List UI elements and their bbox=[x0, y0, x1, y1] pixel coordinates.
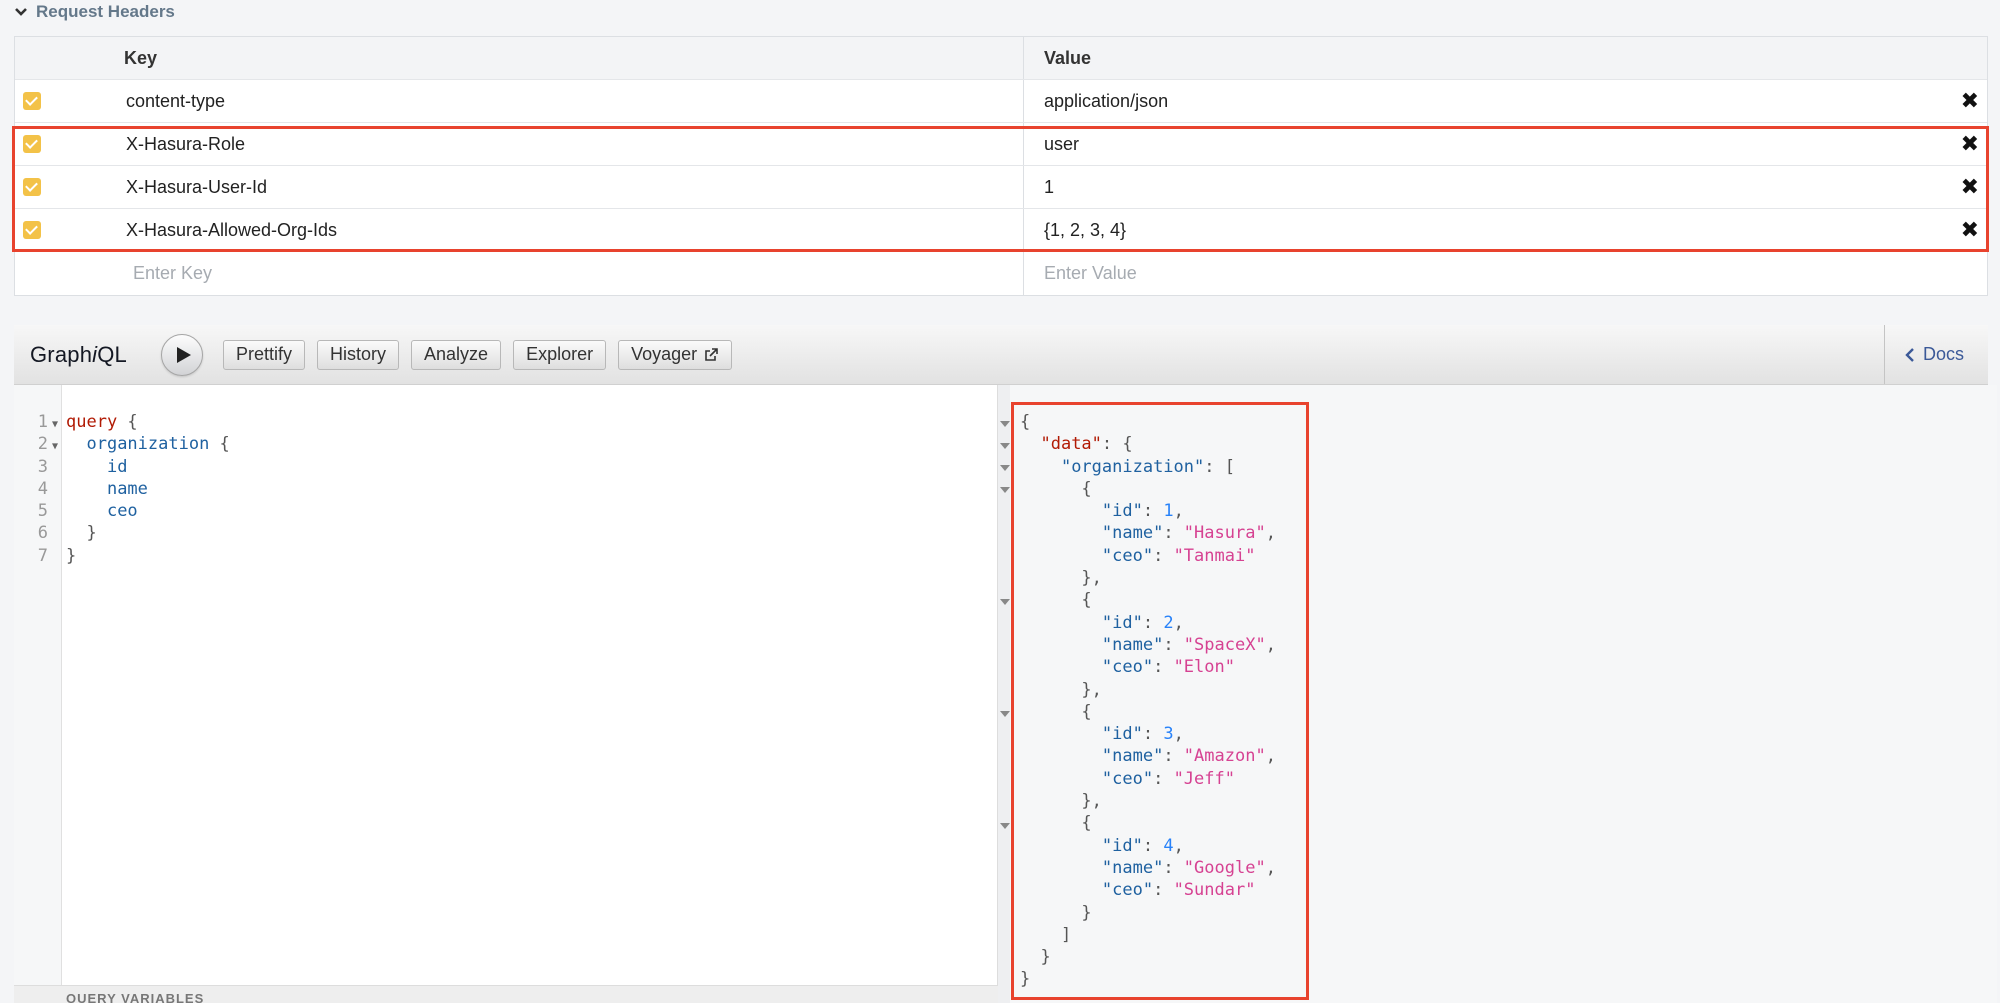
request-headers-table: Key Value content-type application/json … bbox=[14, 36, 1988, 296]
fold-marker-icon bbox=[1000, 711, 1010, 717]
result-json: { "data": { "organization": [ { "id": 1,… bbox=[1020, 412, 1276, 990]
fold-marker-icon bbox=[1000, 443, 1010, 449]
new-header-row: Enter Key Enter Value bbox=[15, 252, 1987, 295]
chevron-down-icon bbox=[15, 8, 27, 16]
editor-splitter[interactable] bbox=[998, 385, 1010, 1003]
fold-toggle-icon[interactable]: ▼ bbox=[48, 411, 62, 433]
header-value-input[interactable]: {1, 2, 3, 4} bbox=[1023, 209, 1987, 251]
analyze-button[interactable]: Analyze bbox=[411, 339, 502, 370]
headers-table-header: Key Value bbox=[15, 37, 1987, 80]
header-value-input[interactable]: application/json bbox=[1023, 80, 1987, 122]
header-key-input[interactable]: X-Hasura-Role bbox=[111, 134, 1023, 155]
fold-marker-icon bbox=[1000, 823, 1010, 829]
voyager-button[interactable]: Voyager bbox=[618, 339, 733, 370]
fold-toggle-icon[interactable]: ▼ bbox=[48, 433, 62, 455]
remove-header-icon[interactable]: ✖ bbox=[1961, 90, 1979, 112]
fold-marker-icon bbox=[1000, 487, 1010, 493]
explorer-button[interactable]: Explorer bbox=[513, 339, 607, 370]
header-key-input[interactable]: X-Hasura-Allowed-Org-Ids bbox=[111, 220, 1023, 241]
header-enabled-checkbox[interactable] bbox=[23, 92, 41, 110]
result-viewer: { "data": { "organization": [ { "id": 1,… bbox=[1010, 385, 1997, 1003]
docs-label: Docs bbox=[1922, 344, 1964, 364]
voyager-label: Voyager bbox=[631, 344, 698, 364]
fold-marker-icon bbox=[1000, 421, 1010, 427]
new-key-input[interactable]: Enter Key bbox=[111, 263, 1023, 284]
header-value-input[interactable]: user bbox=[1023, 123, 1987, 165]
header-row: X-Hasura-Role user ✖ bbox=[15, 123, 1987, 166]
graphiql-editors: 1 ▼ query { 2 ▼ organization { 3 id 4 name … bbox=[14, 385, 1997, 1003]
prettify-button[interactable]: Prettify bbox=[223, 339, 306, 370]
remove-header-icon[interactable]: ✖ bbox=[1961, 133, 1979, 155]
chevron-left-icon bbox=[1905, 347, 1914, 362]
remove-header-icon[interactable]: ✖ bbox=[1961, 176, 1979, 198]
header-key-input[interactable]: content-type bbox=[111, 91, 1023, 112]
fold-marker-icon bbox=[1000, 465, 1010, 471]
query-editor[interactable]: 1 ▼ query { 2 ▼ organization { 3 id 4 name … bbox=[14, 385, 998, 985]
request-headers-title: Request Headers bbox=[36, 2, 175, 21]
header-row: content-type application/json ✖ bbox=[15, 80, 1987, 123]
value-column-header: Value bbox=[1023, 37, 1987, 79]
header-enabled-checkbox[interactable] bbox=[23, 221, 41, 239]
header-enabled-checkbox[interactable] bbox=[23, 178, 41, 196]
play-icon bbox=[177, 346, 191, 363]
request-headers-toggle[interactable]: Request Headers bbox=[14, 0, 175, 24]
header-enabled-checkbox[interactable] bbox=[23, 135, 41, 153]
docs-button[interactable]: Docs bbox=[1883, 325, 1988, 384]
external-link-icon bbox=[705, 347, 718, 361]
header-value-input[interactable]: 1 bbox=[1023, 166, 1987, 208]
query-variables-bar[interactable]: QUERY VARIABLES bbox=[14, 985, 998, 1003]
graphiql-toolbar: GraphiQL Prettify History Analyze Explor… bbox=[14, 325, 1988, 385]
execute-query-button[interactable] bbox=[161, 333, 203, 376]
graphiql-logo: GraphiQL bbox=[30, 341, 127, 367]
new-value-input[interactable]: Enter Value bbox=[1023, 252, 1987, 295]
remove-header-icon[interactable]: ✖ bbox=[1961, 219, 1979, 241]
key-column-header: Key bbox=[124, 47, 158, 68]
history-button[interactable]: History bbox=[317, 339, 400, 370]
header-row: X-Hasura-User-Id 1 ✖ bbox=[15, 166, 1987, 209]
header-key-input[interactable]: X-Hasura-User-Id bbox=[111, 177, 1023, 198]
fold-marker-icon bbox=[1000, 599, 1010, 605]
header-row: X-Hasura-Allowed-Org-Ids {1, 2, 3, 4} ✖ bbox=[15, 209, 1987, 252]
